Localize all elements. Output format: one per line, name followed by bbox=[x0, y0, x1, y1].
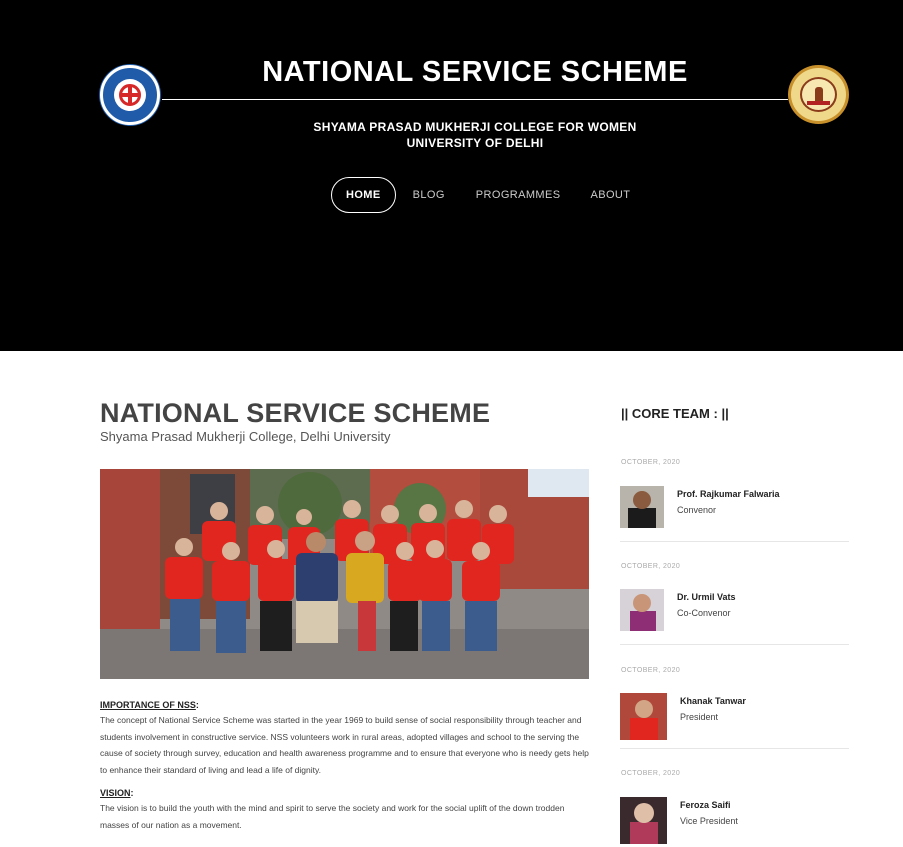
card-divider bbox=[620, 541, 849, 542]
member-role: Convenor bbox=[677, 505, 717, 515]
member-role: Vice President bbox=[680, 816, 738, 826]
member-name[interactable]: Prof. Rajkumar Falwaria bbox=[677, 489, 780, 499]
importance-heading: IMPORTANCE OF NSS: bbox=[100, 700, 199, 710]
member-date: OCTOBER, 2020 bbox=[621, 459, 681, 466]
member-date: OCTOBER, 2020 bbox=[621, 770, 681, 777]
nav-home[interactable]: HOME bbox=[331, 176, 396, 213]
member-photo[interactable] bbox=[620, 693, 667, 740]
vision-heading: VISION: bbox=[100, 788, 134, 798]
member-photo[interactable] bbox=[620, 589, 664, 631]
group-photo bbox=[100, 469, 589, 679]
nav-blog[interactable]: BLOG bbox=[413, 189, 445, 201]
core-team-title: || CORE TEAM : || bbox=[621, 406, 729, 421]
card-divider bbox=[620, 644, 849, 645]
card-divider bbox=[620, 748, 849, 749]
vision-text: The vision is to build the youth with th… bbox=[100, 803, 565, 830]
member-date: OCTOBER, 2020 bbox=[621, 563, 681, 570]
nss-wheel-icon bbox=[114, 79, 146, 111]
importance-text: The concept of National Service Scheme w… bbox=[100, 715, 589, 775]
member-photo[interactable] bbox=[620, 797, 667, 844]
member-name[interactable]: Dr. Urmil Vats bbox=[677, 592, 736, 602]
college-name: SHYAMA PRASAD MUKHERJI COLLEGE FOR WOMEN bbox=[313, 120, 637, 134]
college-emblem-logo[interactable] bbox=[788, 65, 849, 124]
site-subtitle: SHYAMA PRASAD MUKHERJI COLLEGE FOR WOMEN… bbox=[160, 119, 790, 151]
member-role: Co-Convenor bbox=[677, 608, 731, 618]
page-title: NATIONAL SERVICE SCHEME bbox=[100, 398, 491, 428]
member-photo[interactable] bbox=[620, 486, 664, 528]
title-divider bbox=[162, 99, 788, 100]
member-date: OCTOBER, 2020 bbox=[621, 667, 681, 674]
nss-logo[interactable] bbox=[100, 65, 160, 125]
site-header: NATIONAL SERVICE SCHEME SHYAMA PRASAD MU… bbox=[0, 0, 903, 351]
lamp-icon bbox=[800, 77, 837, 112]
page-subtitle: Shyama Prasad Mukherji College, Delhi Un… bbox=[100, 429, 391, 444]
site-title[interactable]: NATIONAL SERVICE SCHEME bbox=[160, 56, 790, 89]
nav-about[interactable]: ABOUT bbox=[590, 189, 630, 201]
university-name: UNIVERSITY OF DELHI bbox=[406, 136, 544, 150]
main-nav: HOME BLOG PROGRAMMES ABOUT bbox=[331, 176, 630, 213]
nav-programmes[interactable]: PROGRAMMES bbox=[476, 189, 561, 201]
member-name[interactable]: Feroza Saifi bbox=[680, 800, 731, 810]
member-role: President bbox=[680, 712, 719, 722]
member-name[interactable]: Khanak Tanwar bbox=[680, 696, 746, 706]
